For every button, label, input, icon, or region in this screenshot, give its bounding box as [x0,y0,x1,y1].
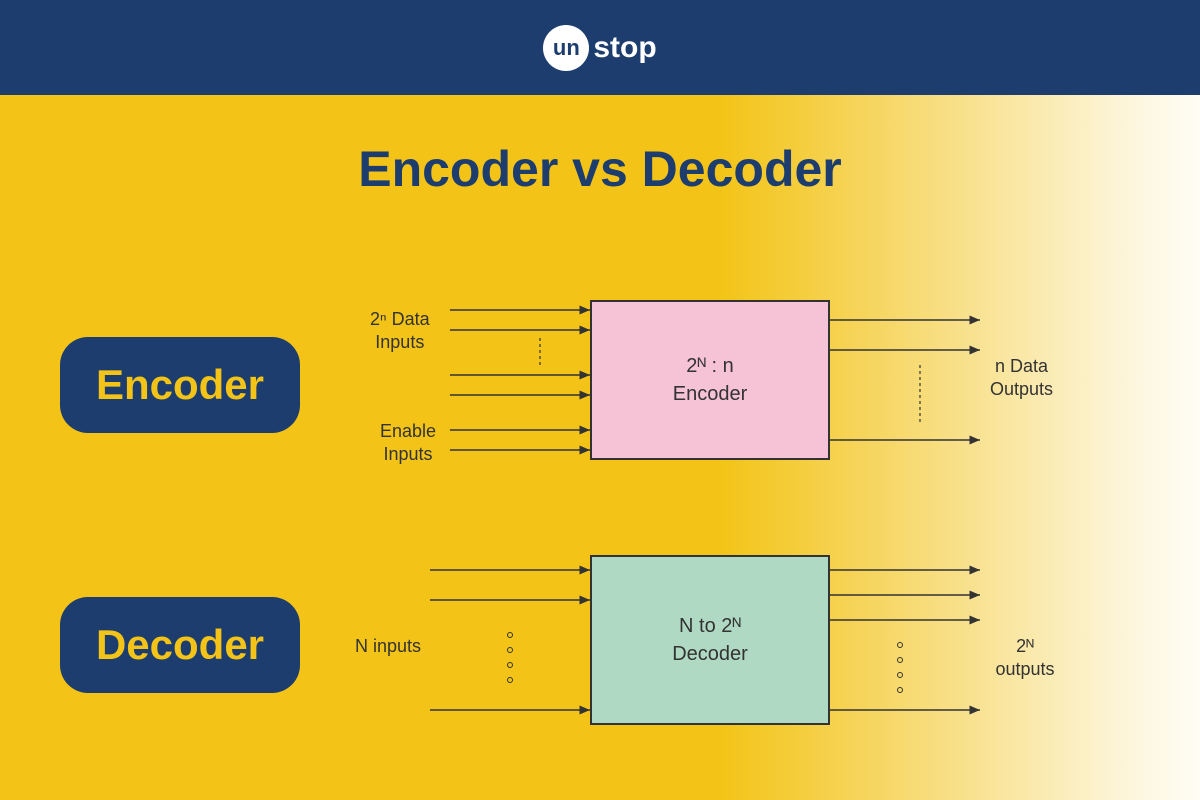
encoder-output-label: n Data Outputs [990,355,1053,402]
decoder-block-line2: Decoder [672,640,748,668]
decoder-diagram: N to 2ᴺ Decoder N inputs 2ᴺ outputs [300,540,1060,750]
encoder-block-line1: 2ᴺ : n [686,352,734,380]
decoder-output-label: 2ᴺ outputs [990,635,1060,682]
logo-circle: un [543,25,589,71]
brand-logo: un stop [543,25,656,71]
encoder-enable-label: Enable Inputs [380,420,436,467]
decoder-block-line1: N to 2ᴺ [679,612,741,640]
encoder-row: Encoder [60,280,1060,490]
decoder-pill: Decoder [60,597,300,693]
encoder-block-line2: Encoder [673,380,748,408]
decoder-input-label: N inputs [355,635,421,658]
header-bar: un stop [0,0,1200,95]
encoder-block: 2ᴺ : n Encoder [590,300,830,460]
encoder-data-input-label: 2ⁿ Data Inputs [370,308,430,355]
logo-text: stop [593,31,656,65]
decoder-block: N to 2ᴺ Decoder [590,555,830,725]
encoder-diagram: 2ᴺ : n Encoder 2ⁿ Data Inputs Enable Inp… [300,280,1060,490]
decoder-row: Decoder [60,540,1060,750]
page-title: Encoder vs Decoder [0,95,1200,198]
content-area: Encoder vs Decoder Encoder [0,95,1200,800]
encoder-pill: Encoder [60,337,300,433]
